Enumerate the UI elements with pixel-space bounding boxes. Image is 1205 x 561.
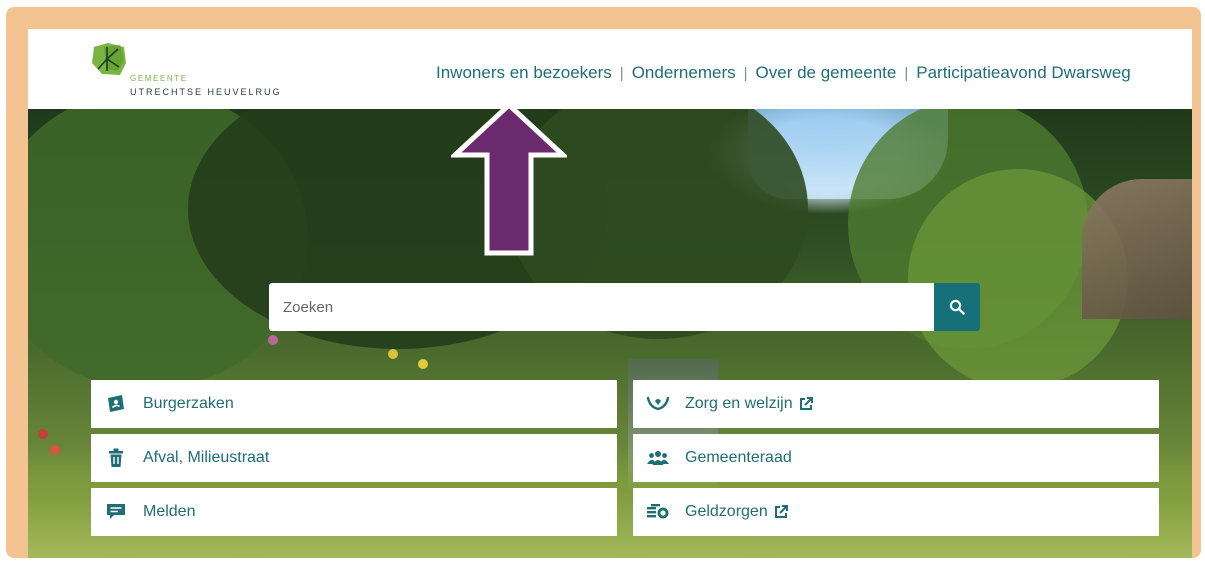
nav-ondernemers[interactable]: Ondernemers <box>632 63 736 83</box>
nav-separator: | <box>619 64 624 82</box>
tile-melden[interactable]: Melden <box>91 488 617 536</box>
search-button[interactable] <box>934 283 980 331</box>
website-screen: GEMEENTE UTRECHTSE HEUVELRUG Inwoners en… <box>28 29 1192 558</box>
hero-flower <box>268 335 278 345</box>
care-hands-icon <box>647 393 669 415</box>
tile-label: Burgerzaken <box>143 395 234 412</box>
tile-label: Melden <box>143 503 196 520</box>
tile-label: Gemeenteraad <box>685 449 792 466</box>
chat-icon <box>105 501 127 523</box>
hero-flower <box>388 349 398 359</box>
id-card-icon <box>105 393 127 415</box>
tile-burgerzaken[interactable]: Burgerzaken <box>91 380 617 428</box>
external-link-icon <box>799 397 813 411</box>
tile-afval-milieustraat[interactable]: Afval, Milieustraat <box>91 434 617 482</box>
people-group-icon <box>647 447 669 469</box>
tile-label: Geldzorgen <box>685 503 768 520</box>
search-icon <box>949 299 965 315</box>
hero-flower <box>418 359 428 369</box>
nav-over-de-gemeente[interactable]: Over de gemeente <box>756 63 897 83</box>
search-bar <box>269 283 980 331</box>
nav-separator: | <box>743 64 748 82</box>
nav-separator: | <box>904 64 909 82</box>
logo-leaf-icon <box>92 43 126 75</box>
hero-flower <box>38 429 48 439</box>
search-input[interactable] <box>269 283 934 331</box>
external-link-icon <box>774 505 788 519</box>
tile-label: Zorg en welzijn <box>685 395 793 412</box>
tile-gemeenteraad[interactable]: Gemeenteraad <box>633 434 1159 482</box>
money-icon <box>647 501 669 523</box>
main-navigation: Inwoners en bezoekers | Ondernemers | Ov… <box>436 63 1131 83</box>
tile-zorg-en-welzijn[interactable]: Zorg en welzijn <box>633 380 1159 428</box>
outer-frame: GEMEENTE UTRECHTSE HEUVELRUG Inwoners en… <box>6 7 1201 558</box>
annotation-arrow-icon <box>451 101 567 256</box>
trash-icon <box>105 447 127 469</box>
nav-participatieavond[interactable]: Participatieavond Dwarsweg <box>916 63 1131 83</box>
hero-thatched-roof <box>1082 179 1192 319</box>
site-header: GEMEENTE UTRECHTSE HEUVELRUG Inwoners en… <box>28 29 1192 109</box>
nav-inwoners[interactable]: Inwoners en bezoekers <box>436 63 612 83</box>
tile-label: Afval, Milieustraat <box>143 449 270 466</box>
logo-line-gemeente: GEMEENTE <box>130 74 188 83</box>
hero-flower <box>50 445 60 455</box>
municipality-logo[interactable]: GEMEENTE UTRECHTSE HEUVELRUG <box>90 41 290 101</box>
tile-geldzorgen[interactable]: Geldzorgen <box>633 488 1159 536</box>
logo-line-name: UTRECHTSE HEUVELRUG <box>130 87 282 97</box>
